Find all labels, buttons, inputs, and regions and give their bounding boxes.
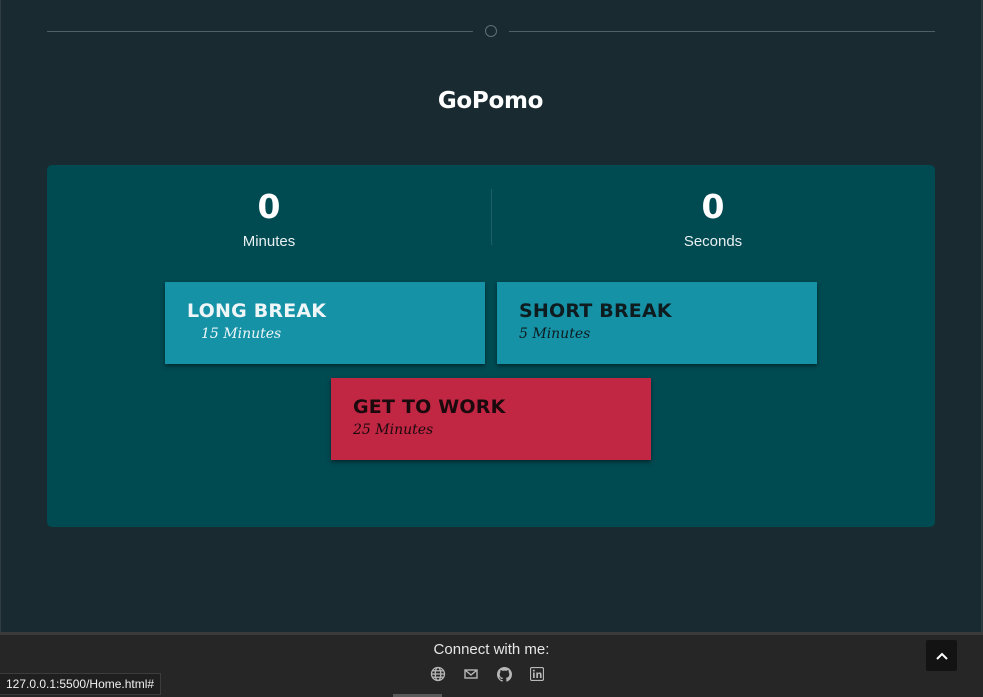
get-to-work-duration: 25 Minutes [353,422,434,438]
divider-line-left [47,31,473,32]
seconds-value: 0 [701,187,725,226]
timer-panel: 0 Minutes 0 Seconds LONG BREAK 15 Minute… [47,165,935,527]
header-divider [47,25,935,37]
short-break-duration: 5 Minutes [519,326,591,342]
divider-line-right [509,31,935,32]
short-break-title: SHORT BREAK [519,300,672,322]
minutes-display: 0 Minutes [47,187,491,250]
get-to-work-button[interactable]: GET TO WORK 25 Minutes [331,378,651,460]
long-break-title: LONG BREAK [187,300,327,322]
scroll-to-top-button[interactable] [926,640,957,671]
connect-label: Connect with me: [433,641,550,658]
get-to-work-title: GET TO WORK [353,396,506,418]
seconds-label: Seconds [683,233,743,250]
chevron-up-icon [935,652,948,660]
divider-ring-icon [485,25,497,37]
page-title: GoPomo [437,88,544,114]
long-break-duration: 15 Minutes [201,326,282,342]
short-break-button[interactable]: SHORT BREAK 5 Minutes [497,282,817,364]
minutes-label: Minutes [242,233,296,250]
long-break-button[interactable]: LONG BREAK 15 Minutes [165,282,485,364]
linkedin-icon[interactable] [529,666,545,682]
seconds-display: 0 Seconds [491,187,935,250]
github-icon[interactable] [496,666,512,682]
minutes-value: 0 [257,187,281,226]
mail-icon[interactable] [463,666,479,682]
status-bar-url: 127.0.0.1:5500/Home.html# [0,673,162,695]
social-links [430,666,545,682]
globe-icon[interactable] [430,666,446,682]
